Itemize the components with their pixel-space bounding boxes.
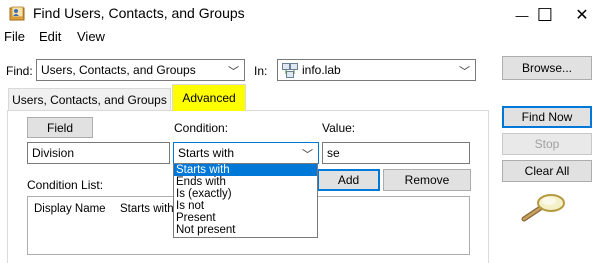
- domain-icon: [282, 63, 298, 78]
- browse-button[interactable]: Browse...: [502, 56, 592, 80]
- clear-all-button[interactable]: Clear All: [502, 160, 592, 182]
- condition-option-is-exactly[interactable]: Is (exactly): [174, 188, 317, 200]
- tab-advanced[interactable]: Advanced: [172, 84, 246, 111]
- value-textbox[interactable]: se: [322, 142, 470, 164]
- add-button[interactable]: Add: [317, 169, 380, 191]
- condition-option-present[interactable]: Present: [174, 212, 317, 224]
- window-title: Find Users, Contacts, and Groups: [33, 5, 245, 21]
- condition-select[interactable]: Starts with ﹀: [173, 142, 319, 164]
- find-now-button[interactable]: Find Now: [502, 106, 592, 128]
- condition-option-ends-with[interactable]: Ends with: [174, 176, 317, 188]
- condition-option-starts-with[interactable]: Starts with: [174, 164, 317, 176]
- in-select-value: info.lab: [302, 63, 341, 77]
- find-label: Find:: [6, 64, 33, 78]
- in-select[interactable]: info.lab ﹀: [277, 59, 476, 81]
- value-textbox-value: se: [327, 146, 340, 160]
- find-select[interactable]: Users, Contacts, and Groups ﹀: [36, 59, 245, 81]
- field-button[interactable]: Field: [27, 117, 93, 138]
- menu-view[interactable]: View: [77, 29, 105, 44]
- stop-button[interactable]: Stop: [502, 133, 592, 155]
- menu-edit[interactable]: Edit: [39, 29, 61, 44]
- field-button-label: Field: [46, 120, 73, 135]
- chevron-down-icon: ﹀: [302, 149, 313, 161]
- tab-users-contacts-groups[interactable]: Users, Contacts, and Groups: [8, 88, 171, 110]
- magnifier-icon: [521, 194, 565, 222]
- chevron-down-icon: ﹀: [228, 66, 239, 78]
- condition-dropdown-list[interactable]: Starts with Ends with Is (exactly) Is no…: [173, 163, 318, 238]
- close-button[interactable]: ✕: [559, 0, 604, 30]
- menu-file[interactable]: File: [4, 29, 25, 44]
- condition-option-is-not[interactable]: Is not: [174, 200, 317, 212]
- value-label: Value:: [322, 121, 356, 135]
- condition-label: Condition:: [174, 121, 229, 135]
- field-textbox-value: Division: [32, 146, 75, 160]
- chevron-down-icon: ﹀: [459, 66, 470, 78]
- maximize-icon: ☐: [536, 4, 554, 25]
- condition-option-not-present[interactable]: Not present: [174, 224, 317, 236]
- close-icon: ✕: [575, 7, 589, 24]
- column-starts-with[interactable]: Starts with: [120, 203, 174, 215]
- find-select-value: Users, Contacts, and Groups: [41, 63, 196, 77]
- in-label: In:: [254, 64, 268, 78]
- condition-list-label: Condition List:: [27, 178, 104, 192]
- field-textbox[interactable]: Division: [27, 142, 170, 164]
- condition-select-value: Starts with: [178, 146, 235, 160]
- address-book-icon: [9, 6, 25, 21]
- title-bar: Find Users, Contacts, and Groups — ☐ ✕: [0, 0, 604, 30]
- column-display-name[interactable]: Display Name: [34, 203, 106, 215]
- remove-button[interactable]: Remove: [383, 169, 471, 191]
